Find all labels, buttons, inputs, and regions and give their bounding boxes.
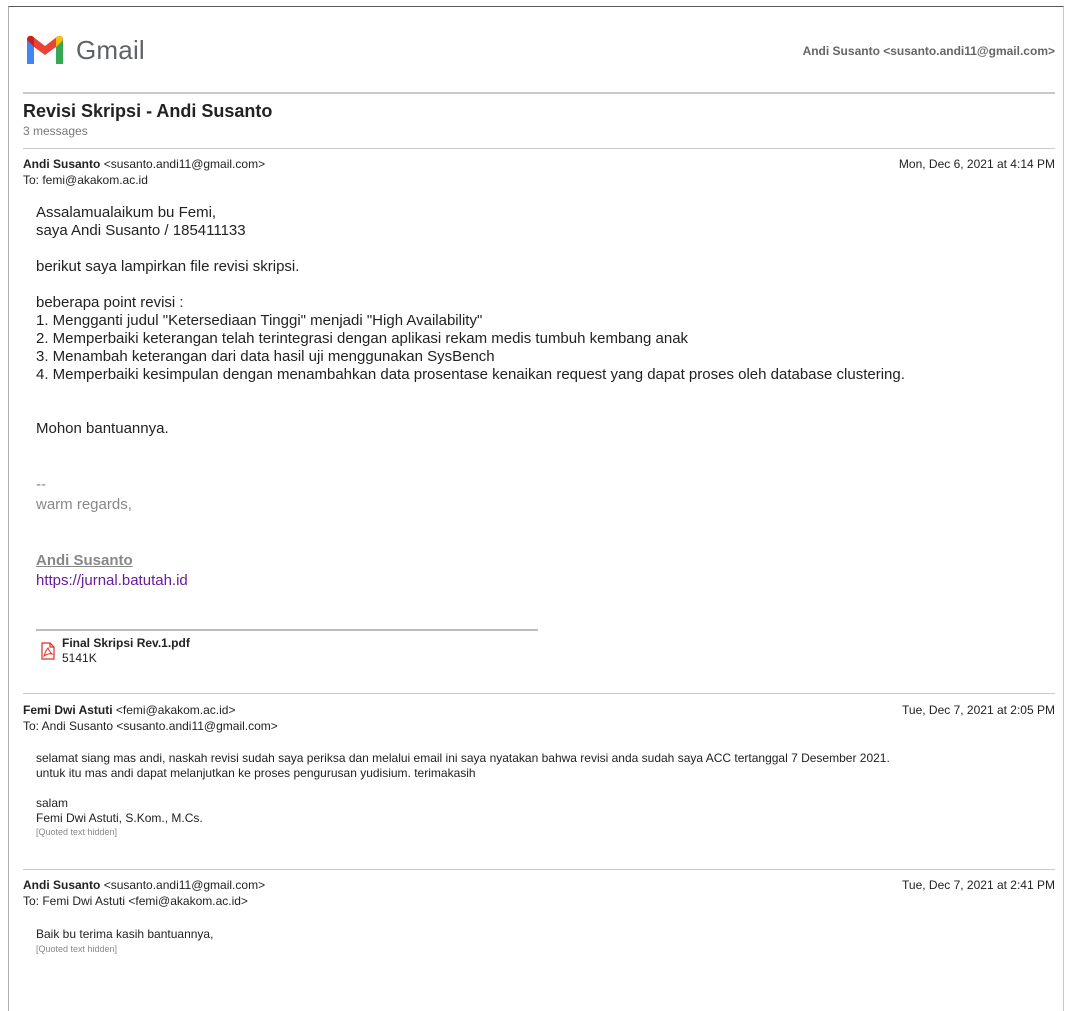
signature-dash: -- xyxy=(36,476,46,493)
body-line: selamat siang mas andi, naskah revisi su… xyxy=(36,751,890,765)
body-line: beberapa point revisi : xyxy=(36,294,184,311)
attachment-divider xyxy=(36,629,538,631)
sender-name: Femi Dwi Astuti xyxy=(23,703,113,717)
attachment-size: 5141K xyxy=(62,651,97,665)
signer-name: Femi Dwi Astuti, S.Kom., M.Cs. xyxy=(36,811,203,825)
header-divider xyxy=(23,92,1055,94)
message-body: Assalamualaikum bu Femi, saya Andi Susan… xyxy=(36,204,905,590)
message-divider xyxy=(23,693,1055,694)
recipient-line: To: Femi Dwi Astuti <femi@akakom.ac.id> xyxy=(23,894,248,908)
message-body: selamat siang mas andi, naskah revisi su… xyxy=(36,751,890,838)
message-body: Baik bu terima kasih bantuannya, [Quoted… xyxy=(36,927,213,955)
thread-subject: Revisi Skripsi - Andi Susanto xyxy=(23,101,273,121)
recipient-line: To: femi@akakom.ac.id xyxy=(23,173,148,187)
gmail-m-icon xyxy=(24,34,66,66)
sender-email: <susanto.andi11@gmail.com> xyxy=(103,157,266,171)
quoted-text-toggle[interactable]: [Quoted text hidden] xyxy=(36,826,890,838)
gmail-logo: Gmail xyxy=(24,32,145,68)
body-line: Assalamualaikum bu Femi, xyxy=(36,204,217,221)
body-line: saya Andi Susanto / 185411133 xyxy=(36,222,246,239)
revision-point: 1. Mengganti judul "Ketersediaan Tinggi"… xyxy=(36,312,483,329)
from-line: Andi Susanto <susanto.andi11@gmail.com> xyxy=(23,877,1055,893)
body-line: berikut saya lampirkan file revisi skrip… xyxy=(36,258,300,275)
revision-point: 3. Menambah keterangan dari data hasil u… xyxy=(36,348,495,365)
quoted-text-toggle[interactable]: [Quoted text hidden] xyxy=(36,943,213,955)
signature-name[interactable]: Andi Susanto xyxy=(36,552,905,570)
from-line: Femi Dwi Astuti <femi@akakom.ac.id> xyxy=(23,702,1055,718)
sender-name: Andi Susanto xyxy=(23,157,101,171)
sender-email: <susanto.andi11@gmail.com> xyxy=(103,878,266,892)
message-header: Femi Dwi Astuti <femi@akakom.ac.id> Tue,… xyxy=(23,702,1055,734)
attachment-name[interactable]: Final Skripsi Rev.1.pdf xyxy=(62,636,190,651)
signature-regards: warm regards, xyxy=(36,496,132,513)
recipient-line: To: Andi Susanto <susanto.andi11@gmail.c… xyxy=(23,719,278,733)
revision-point: 2. Memperbaiki keterangan telah terinteg… xyxy=(36,330,689,347)
sender-email: <femi@akakom.ac.id> xyxy=(115,703,236,717)
header: Gmail Andi Susanto <susanto.andi11@gmail… xyxy=(23,32,1055,72)
sender-name: Andi Susanto xyxy=(23,878,101,892)
body-line: Baik bu terima kasih bantuannya, xyxy=(36,927,214,941)
message-divider xyxy=(23,148,1055,149)
message-date: Tue, Dec 7, 2021 at 2:41 PM xyxy=(902,878,1055,892)
body-line: salam xyxy=(36,796,69,810)
message-count: 3 messages xyxy=(23,124,88,138)
message-header: Andi Susanto <susanto.andi11@gmail.com> … xyxy=(23,156,1055,188)
pdf-file-icon xyxy=(40,642,56,663)
signature-link[interactable]: https://jurnal.batutah.id xyxy=(36,572,905,590)
revision-point: 4. Memperbaiki kesimpulan dengan menamba… xyxy=(36,366,905,383)
body-line: Mohon bantuannya. xyxy=(36,420,169,437)
message-date: Mon, Dec 6, 2021 at 4:14 PM xyxy=(898,157,1055,171)
account-email: Andi Susanto <susanto.andi11@gmail.com> xyxy=(802,44,1055,58)
attachment[interactable]: Final Skripsi Rev.1.pdf 5141K xyxy=(40,636,190,665)
body-line: untuk itu mas andi dapat melanjutkan ke … xyxy=(36,766,476,780)
message-header: Andi Susanto <susanto.andi11@gmail.com> … xyxy=(23,877,1055,909)
gmail-wordmark: Gmail xyxy=(76,34,145,65)
message-divider xyxy=(23,869,1055,870)
message-date: Tue, Dec 7, 2021 at 2:05 PM xyxy=(902,703,1055,717)
